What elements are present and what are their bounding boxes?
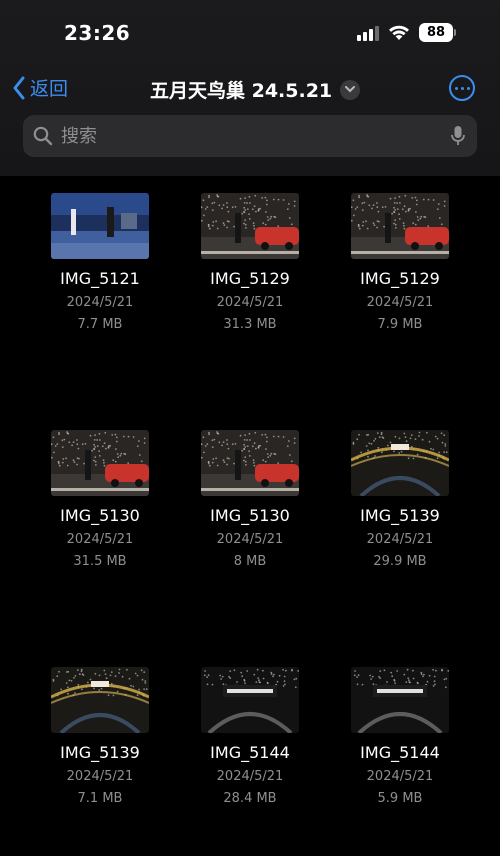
file-thumbnail	[351, 430, 449, 496]
file-name: IMG_5129	[360, 269, 440, 288]
file-size: 29.9 MB	[373, 554, 427, 569]
file-size: 7.1 MB	[77, 791, 123, 806]
file-item[interactable]: IMG_5144 2024/5/21 28.4 MB	[175, 667, 325, 806]
battery-level: 88	[419, 23, 453, 42]
file-item[interactable]: IMG_5129 2024/5/21 7.9 MB	[325, 193, 475, 332]
file-thumbnail	[51, 193, 149, 259]
battery-icon: 88	[419, 23, 456, 42]
wifi-icon	[389, 25, 409, 40]
file-thumbnail	[351, 193, 449, 259]
file-size: 8 MB	[233, 554, 267, 569]
file-thumbnail	[351, 667, 449, 733]
file-date: 2024/5/21	[216, 295, 284, 310]
more-dot-icon	[466, 86, 470, 90]
file-size: 7.9 MB	[377, 317, 423, 332]
more-dot-icon	[454, 86, 458, 90]
file-size: 31.5 MB	[73, 554, 127, 569]
file-thumbnail	[201, 667, 299, 733]
file-thumbnail	[201, 193, 299, 259]
search-input[interactable]	[61, 125, 451, 147]
navigation-header: 23:26 88 返回 五月天鸟巢 24.5.21	[0, 0, 500, 176]
microphone-icon[interactable]	[451, 125, 465, 147]
file-name: IMG_5139	[360, 506, 440, 525]
search-bar[interactable]	[23, 115, 477, 157]
search-icon	[33, 126, 53, 146]
chevron-left-icon	[13, 76, 25, 99]
file-size: 31.3 MB	[223, 317, 277, 332]
back-button[interactable]: 返回	[12, 74, 68, 101]
file-name: IMG_5130	[210, 506, 290, 525]
file-item[interactable]: IMG_5130 2024/5/21 8 MB	[175, 430, 325, 569]
file-item[interactable]: IMG_5139 2024/5/21 29.9 MB	[325, 430, 475, 569]
file-thumbnail	[51, 430, 149, 496]
file-name: IMG_5121	[60, 269, 140, 288]
file-item[interactable]: IMG_5139 2024/5/21 7.1 MB	[25, 667, 175, 806]
file-date: 2024/5/21	[66, 295, 134, 310]
back-label: 返回	[30, 78, 69, 100]
file-date: 2024/5/21	[216, 769, 284, 784]
file-item[interactable]: IMG_5129 2024/5/21 31.3 MB	[175, 193, 325, 332]
file-size: 7.7 MB	[77, 317, 123, 332]
cellular-signal-icon	[357, 25, 379, 41]
file-date: 2024/5/21	[366, 295, 434, 310]
file-item[interactable]: IMG_5130 2024/5/21 31.5 MB	[25, 430, 175, 569]
file-name: IMG_5129	[210, 269, 290, 288]
file-date: 2024/5/21	[366, 769, 434, 784]
more-options-button[interactable]	[449, 75, 475, 101]
file-name: IMG_5144	[360, 743, 440, 762]
status-icons: 88	[357, 23, 456, 42]
file-size: 5.9 MB	[377, 791, 423, 806]
file-thumbnail	[201, 430, 299, 496]
file-thumbnail	[51, 667, 149, 733]
chevron-down-icon	[340, 79, 361, 100]
folder-title-menu[interactable]: 五月天鸟巢 24.5.21	[150, 76, 361, 103]
more-dot-icon	[460, 86, 464, 90]
file-date: 2024/5/21	[66, 769, 134, 784]
file-date: 2024/5/21	[66, 532, 134, 547]
file-date: 2024/5/21	[366, 532, 434, 547]
status-time: 23:26	[64, 21, 131, 45]
file-date: 2024/5/21	[216, 532, 284, 547]
file-item[interactable]: IMG_5121 2024/5/21 7.7 MB	[25, 193, 175, 332]
page-title: 五月天鸟巢 24.5.21	[150, 80, 333, 102]
file-name: IMG_5144	[210, 743, 290, 762]
file-name: IMG_5130	[60, 506, 140, 525]
file-item[interactable]: IMG_5144 2024/5/21 5.9 MB	[325, 667, 475, 806]
file-name: IMG_5139	[60, 743, 140, 762]
file-size: 28.4 MB	[223, 791, 277, 806]
